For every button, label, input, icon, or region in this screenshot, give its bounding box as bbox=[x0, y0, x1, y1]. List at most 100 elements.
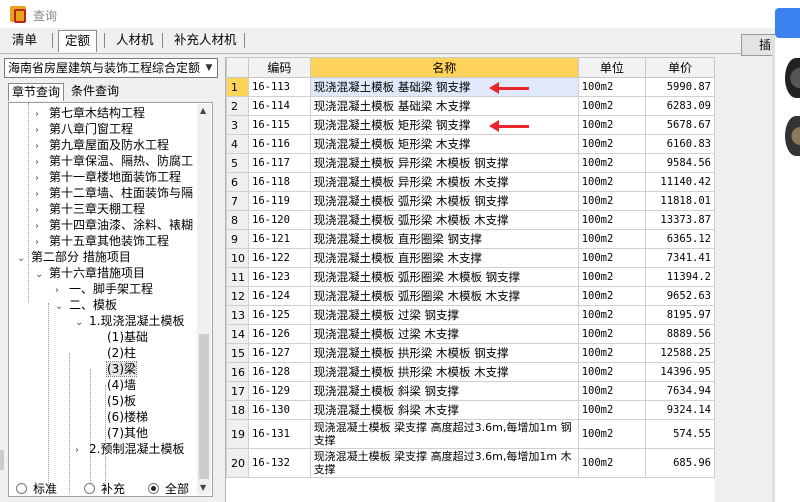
cell-code[interactable]: 16-124 bbox=[248, 286, 311, 306]
cell-price[interactable]: 11140.42 bbox=[645, 172, 715, 192]
chevron-right-icon[interactable]: › bbox=[75, 443, 89, 459]
cell-unit[interactable]: 100m2 bbox=[577, 210, 647, 230]
table-row[interactable]: 6 16-118 现浇混凝土模板 异形梁 木模板 木支撑 100m2 11140.42 bbox=[226, 172, 715, 192]
row-number[interactable]: 2 bbox=[226, 96, 249, 116]
chevron-down-icon[interactable]: ▼ bbox=[201, 59, 217, 77]
table-row[interactable]: 1 16-113 现浇混凝土模板 基础梁 钢支撑 100m2 5990.87 bbox=[226, 77, 715, 97]
row-number[interactable]: 17 bbox=[226, 381, 249, 401]
cell-unit[interactable]: 100m2 bbox=[577, 267, 647, 287]
cell-name[interactable]: 现浇混凝土模板 异形梁 木模板 钢支撑 bbox=[309, 153, 579, 173]
tree-node[interactable]: ⌄ 1.现浇混凝土模板 bbox=[75, 313, 184, 329]
cell-unit[interactable]: 100m2 bbox=[577, 229, 647, 249]
cell-price[interactable]: 685.96 bbox=[645, 448, 715, 478]
tree-node[interactable]: › 第十二章墙、柱面装饰与隔 bbox=[35, 185, 193, 201]
cell-unit[interactable]: 100m2 bbox=[577, 248, 647, 268]
scrollbar-thumb[interactable] bbox=[199, 334, 209, 479]
cell-code[interactable]: 16-130 bbox=[248, 400, 311, 420]
cell-unit[interactable]: 100m2 bbox=[577, 191, 647, 211]
table-row[interactable]: 7 16-119 现浇混凝土模板 弧形梁 木模板 钢支撑 100m2 11818.01 bbox=[226, 191, 715, 211]
scroll-up-icon[interactable]: ▲ bbox=[200, 106, 206, 115]
cell-price[interactable]: 6160.83 bbox=[645, 134, 715, 154]
cell-code[interactable]: 16-115 bbox=[248, 115, 311, 135]
row-number[interactable]: 5 bbox=[226, 153, 249, 173]
cell-name[interactable]: 现浇混凝土模板 基础梁 钢支撑 bbox=[309, 77, 579, 97]
table-row[interactable]: 18 16-130 现浇混凝土模板 斜梁 木支撑 100m2 9324.14 bbox=[226, 400, 715, 420]
column-header-name[interactable]: 名称 bbox=[309, 57, 579, 78]
cell-price[interactable]: 6365.12 bbox=[645, 229, 715, 249]
row-number[interactable]: 16 bbox=[226, 362, 249, 382]
cell-code[interactable]: 16-129 bbox=[248, 381, 311, 401]
cell-code[interactable]: 16-126 bbox=[248, 324, 311, 344]
cell-price[interactable]: 7634.94 bbox=[645, 381, 715, 401]
table-row[interactable]: 17 16-129 现浇混凝土模板 斜梁 钢支撑 100m2 7634.94 bbox=[226, 381, 715, 401]
table-row[interactable]: 16 16-128 现浇混凝土模板 拱形梁 木模板 木支撑 100m2 14396.95 bbox=[226, 362, 715, 382]
row-number[interactable]: 19 bbox=[226, 419, 249, 449]
row-number[interactable]: 14 bbox=[226, 324, 249, 344]
table-row[interactable]: 5 16-117 现浇混凝土模板 异形梁 木模板 钢支撑 100m2 9584.56 bbox=[226, 153, 715, 173]
cell-price[interactable]: 12588.25 bbox=[645, 343, 715, 363]
chevron-down-icon[interactable]: ⌄ bbox=[75, 315, 89, 331]
cell-name[interactable]: 现浇混凝土模板 过梁 木支撑 bbox=[309, 324, 579, 344]
tab-condition-search[interactable]: 条件查询 bbox=[68, 83, 122, 101]
cell-code[interactable]: 16-122 bbox=[248, 248, 311, 268]
row-number[interactable]: 12 bbox=[226, 286, 249, 306]
tree-node[interactable]: › 第七章木结构工程 bbox=[35, 105, 145, 121]
tree-node[interactable]: › 第十章保温、隔热、防腐工 bbox=[35, 153, 193, 169]
table-row[interactable]: 19 16-131 现浇混凝土模板 梁支撑 高度超过3.6m,每增加1m 钢支撑 10… bbox=[226, 419, 715, 449]
table-row[interactable]: 2 16-114 现浇混凝土模板 基础梁 木支撑 100m2 6283.09 bbox=[226, 96, 715, 116]
tab-chapter-search[interactable]: 章节查询 bbox=[8, 83, 65, 101]
row-number[interactable]: 3 bbox=[226, 115, 249, 135]
cell-unit[interactable]: 100m2 bbox=[577, 400, 647, 420]
tree-node[interactable]: ⌄ 第二部分 措施项目 bbox=[17, 249, 131, 265]
table-row[interactable]: 9 16-121 现浇混凝土模板 直形圈梁 钢支撑 100m2 6365.12 bbox=[226, 229, 715, 249]
tree-leaf[interactable]: (7)其他 bbox=[107, 425, 148, 441]
cell-code[interactable]: 16-121 bbox=[248, 229, 311, 249]
tree-node[interactable]: › 第十三章天棚工程 bbox=[35, 201, 145, 217]
cell-name[interactable]: 现浇混凝土模板 直形圈梁 木支撑 bbox=[309, 248, 579, 268]
radio-circle-icon[interactable] bbox=[16, 483, 27, 494]
cell-unit[interactable]: 100m2 bbox=[577, 153, 647, 173]
table-row[interactable]: 3 16-115 现浇混凝土模板 矩形梁 钢支撑 100m2 5678.67 bbox=[226, 115, 715, 135]
table-row[interactable]: 14 16-126 现浇混凝土模板 过梁 木支撑 100m2 8889.56 bbox=[226, 324, 715, 344]
cell-code[interactable]: 16-118 bbox=[248, 172, 311, 192]
chevron-down-icon[interactable]: ⌄ bbox=[35, 267, 49, 283]
cell-name[interactable]: 现浇混凝土模板 斜梁 木支撑 bbox=[309, 400, 579, 420]
cell-code[interactable]: 16-127 bbox=[248, 343, 311, 363]
table-row[interactable]: 10 16-122 现浇混凝土模板 直形圈梁 木支撑 100m2 7341.41 bbox=[226, 248, 715, 268]
table-row[interactable]: 13 16-125 现浇混凝土模板 过梁 钢支撑 100m2 8195.97 bbox=[226, 305, 715, 325]
cell-price[interactable]: 9324.14 bbox=[645, 400, 715, 420]
cell-name[interactable]: 现浇混凝土模板 过梁 钢支撑 bbox=[309, 305, 579, 325]
cell-name[interactable]: 现浇混凝土模板 直形圈梁 钢支撑 bbox=[309, 229, 579, 249]
row-number[interactable]: 11 bbox=[226, 267, 249, 287]
cell-price[interactable]: 14396.95 bbox=[645, 362, 715, 382]
tree-node[interactable]: › 第十一章楼地面装饰工程 bbox=[35, 169, 181, 185]
radio-circle-icon[interactable] bbox=[84, 483, 95, 494]
cell-code[interactable]: 16-119 bbox=[248, 191, 311, 211]
cell-unit[interactable]: 100m2 bbox=[577, 324, 647, 344]
column-header-price[interactable]: 单价 bbox=[645, 57, 715, 78]
row-number[interactable]: 10 bbox=[226, 248, 249, 268]
row-number[interactable]: 6 bbox=[226, 172, 249, 192]
chevron-down-icon[interactable]: ⌄ bbox=[17, 251, 31, 267]
cell-name[interactable]: 现浇混凝土模板 矩形梁 钢支撑 bbox=[309, 115, 579, 135]
tab-qingdan[interactable]: 清单 bbox=[6, 30, 43, 52]
row-number[interactable]: 15 bbox=[226, 343, 249, 363]
cell-unit[interactable]: 100m2 bbox=[577, 305, 647, 325]
cell-code[interactable]: 16-114 bbox=[248, 96, 311, 116]
cell-price[interactable]: 5678.67 bbox=[645, 115, 715, 135]
tree-leaf[interactable]: (4)墙 bbox=[107, 377, 136, 393]
cell-unit[interactable]: 100m2 bbox=[577, 419, 647, 449]
cell-price[interactable]: 7341.41 bbox=[645, 248, 715, 268]
cell-name[interactable]: 现浇混凝土模板 矩形梁 木支撑 bbox=[309, 134, 579, 154]
row-number[interactable]: 20 bbox=[226, 448, 249, 478]
row-number[interactable]: 4 bbox=[226, 134, 249, 154]
table-row[interactable]: 15 16-127 现浇混凝土模板 拱形梁 木模板 钢支撑 100m2 12588.25 bbox=[226, 343, 715, 363]
row-number[interactable]: 13 bbox=[226, 305, 249, 325]
cell-price[interactable]: 574.55 bbox=[645, 419, 715, 449]
chapter-tree[interactable]: › 第七章木结构工程 › 第八章门窗工程 › 第九章屋面及防水工程 › 第十章保温、隔热… bbox=[8, 102, 213, 497]
table-row[interactable]: 11 16-123 现浇混凝土模板 弧形圈梁 木模板 钢支撑 100m2 11394.2 bbox=[226, 267, 715, 287]
cell-unit[interactable]: 100m2 bbox=[577, 115, 647, 135]
tree-leaf[interactable]: (5)板 bbox=[107, 393, 136, 409]
scroll-down-icon[interactable]: ▼ bbox=[200, 483, 206, 492]
avatar[interactable] bbox=[785, 58, 800, 98]
